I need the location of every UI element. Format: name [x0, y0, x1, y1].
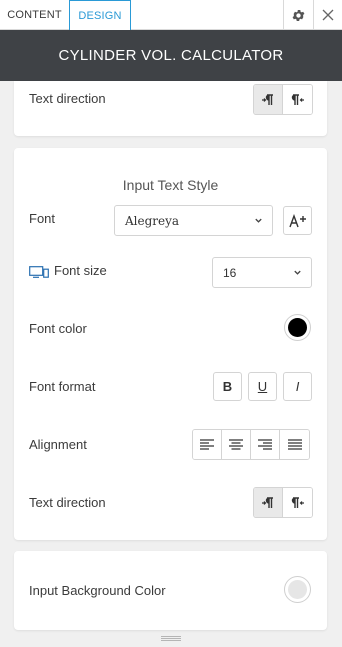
- bold-button[interactable]: B: [213, 372, 242, 401]
- close-icon: [322, 9, 334, 21]
- settings-button[interactable]: [283, 0, 312, 30]
- resize-handle[interactable]: [161, 636, 181, 641]
- align-justify-icon: [287, 439, 302, 450]
- align-right-button[interactable]: [251, 430, 280, 459]
- ltr-button[interactable]: [254, 488, 283, 517]
- text-direction-toggle: [253, 84, 313, 115]
- italic-button[interactable]: I: [283, 372, 312, 401]
- add-font-icon: [288, 213, 306, 227]
- text-direction-toggle: [253, 487, 313, 518]
- ltr-button[interactable]: [254, 85, 283, 114]
- input-background-card: Input Background Color: [14, 551, 327, 630]
- font-select[interactable]: Alegreya: [114, 205, 273, 236]
- background-color-picker[interactable]: [284, 576, 311, 603]
- underline-button[interactable]: U: [248, 372, 277, 401]
- text-direction-label: Text direction: [29, 91, 106, 106]
- ltr-direction-icon: [262, 93, 273, 105]
- font-size-label: Font size: [54, 263, 107, 278]
- top-tab-bar: CONTENT DESIGN: [0, 0, 342, 31]
- background-color-label: Input Background Color: [29, 583, 166, 598]
- align-left-button[interactable]: [193, 430, 222, 459]
- rtl-button[interactable]: [283, 85, 312, 114]
- align-justify-button[interactable]: [280, 430, 309, 459]
- chevron-down-icon: [255, 218, 262, 223]
- gear-icon: [292, 9, 304, 21]
- font-size-value: 16: [223, 265, 237, 280]
- align-center-button[interactable]: [222, 430, 251, 459]
- rtl-direction-icon: [291, 496, 304, 508]
- tab-design[interactable]: DESIGN: [69, 0, 131, 31]
- align-left-icon: [200, 439, 214, 450]
- device-icon: [29, 266, 49, 278]
- rtl-direction-icon: [291, 93, 304, 105]
- add-font-button[interactable]: [283, 206, 312, 235]
- font-select-value: Alegreya: [125, 213, 180, 228]
- input-text-style-card: Input Text Style Font Alegreya Font size…: [14, 148, 327, 540]
- text-direction-card: Text direction: [14, 81, 327, 136]
- alignment-label: Alignment: [29, 437, 87, 452]
- ltr-direction-icon: [262, 496, 273, 508]
- rtl-button[interactable]: [283, 488, 312, 517]
- font-label: Font: [29, 211, 56, 226]
- font-format-label: Font format: [29, 379, 96, 394]
- alignment-toggle: [192, 429, 310, 460]
- align-center-icon: [229, 439, 243, 450]
- section-title: Input Text Style: [122, 177, 219, 193]
- font-size-select[interactable]: 16: [212, 257, 312, 288]
- panel-title: CYLINDER VOL. CALCULATOR: [0, 30, 342, 81]
- font-color-dot: [288, 318, 307, 337]
- font-color-label: Font color: [29, 321, 87, 336]
- background-color-dot: [288, 580, 307, 599]
- chevron-down-icon: [294, 270, 301, 275]
- close-button[interactable]: [313, 0, 342, 30]
- tab-content[interactable]: CONTENT: [0, 0, 69, 30]
- text-direction-label: Text direction: [29, 495, 106, 510]
- align-right-icon: [258, 439, 272, 450]
- font-color-picker[interactable]: [284, 314, 311, 341]
